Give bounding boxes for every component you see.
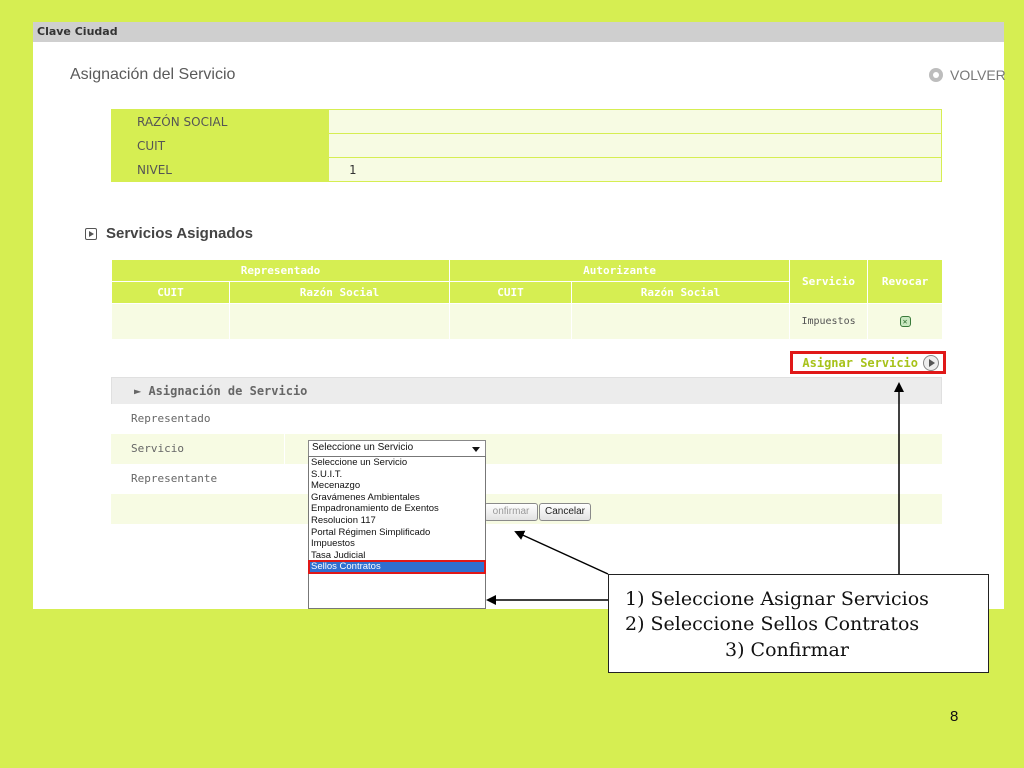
- instruction-1: 1) Seleccione Asignar Servicios: [625, 588, 929, 610]
- instruction-3: 3) Confirmar: [725, 639, 849, 661]
- instruction-box: 1) Seleccione Asignar Servicios 2) Selec…: [608, 574, 989, 673]
- arrow-to-confirm: [514, 530, 609, 575]
- instruction-2: 2) Seleccione Sellos Contratos: [625, 613, 920, 635]
- slide-number: 8: [950, 708, 959, 725]
